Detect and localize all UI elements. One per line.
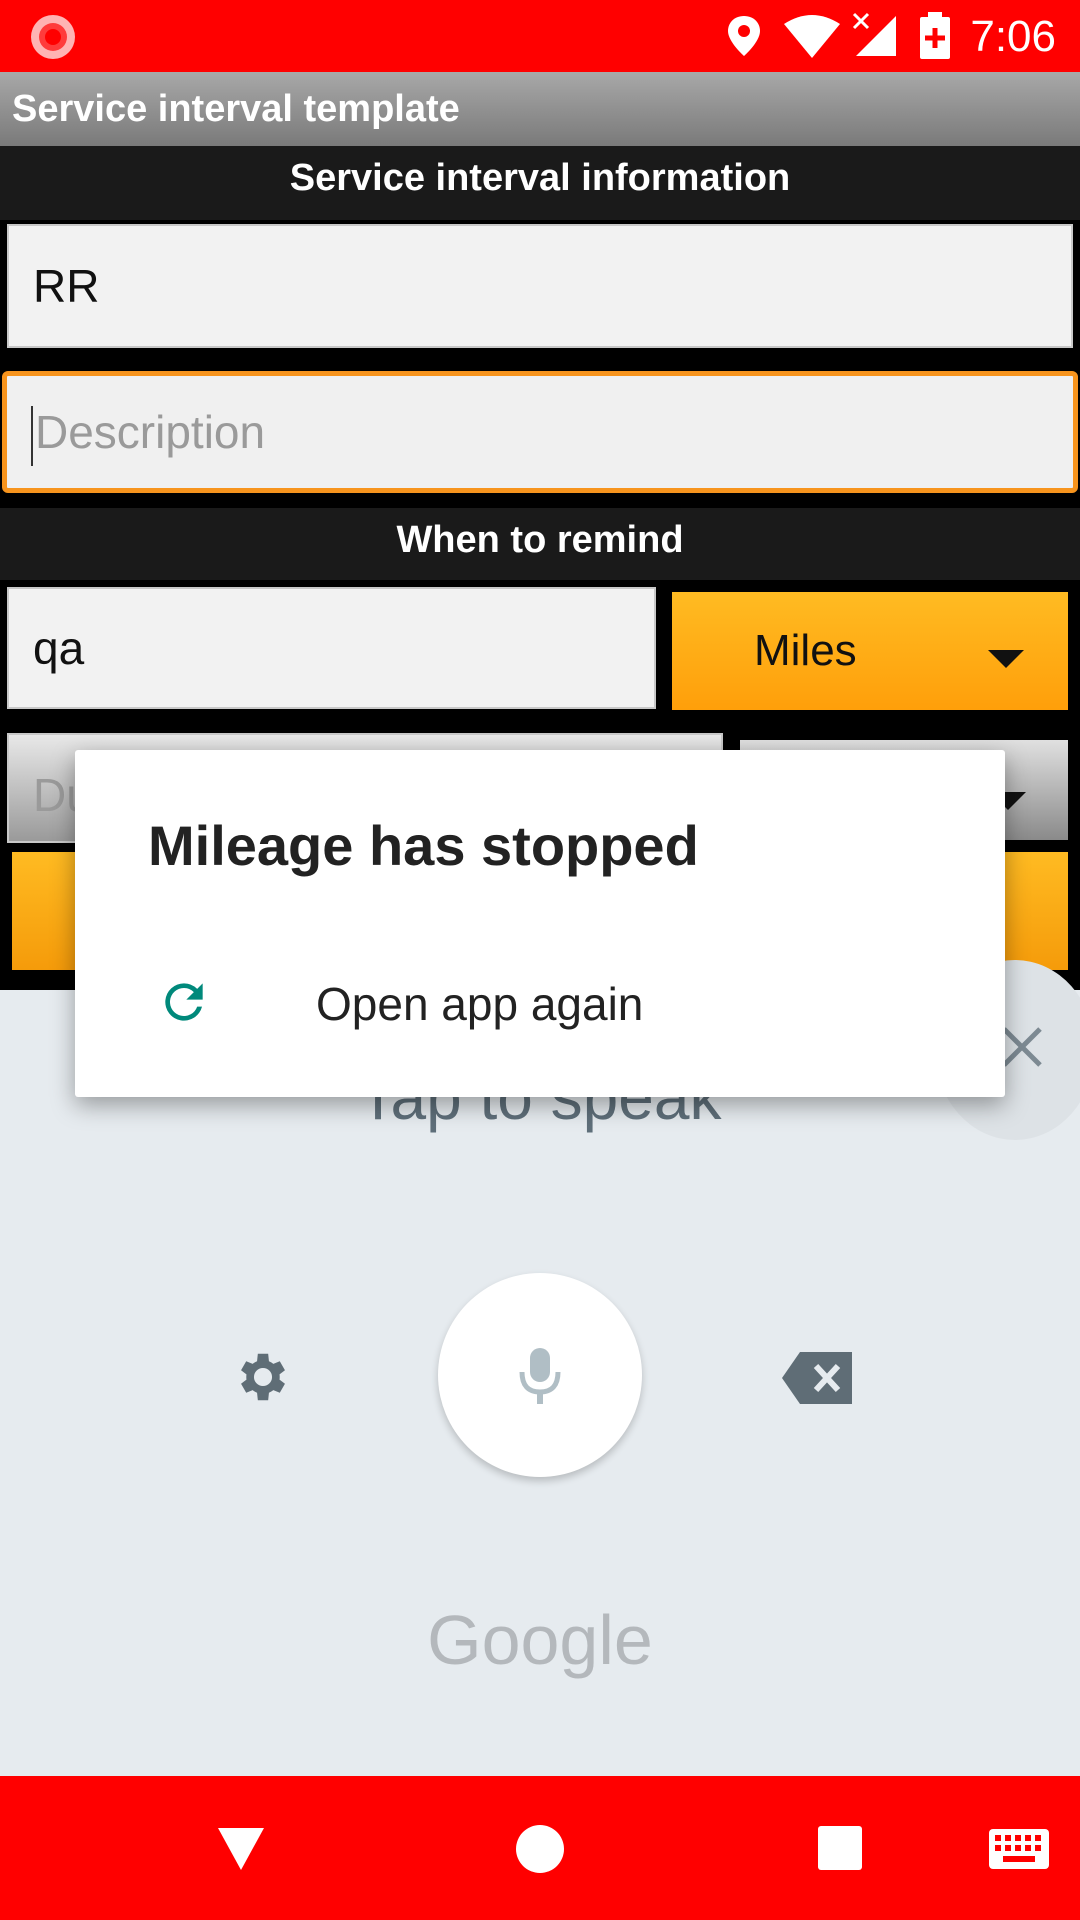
description-placeholder: Description <box>35 406 266 458</box>
record-icon <box>31 15 75 59</box>
page-title: Service interval template <box>12 88 460 130</box>
clock: 7:06 <box>970 12 1056 61</box>
backspace-icon[interactable] <box>780 1350 854 1406</box>
distance-field[interactable]: qa <box>7 587 656 709</box>
google-logo: Google <box>427 1601 653 1679</box>
section-header-info: Service interval information <box>0 146 1080 220</box>
open-app-again-label: Open app again <box>316 978 644 1030</box>
name-field[interactable]: RR <box>7 224 1073 348</box>
recents-icon[interactable] <box>818 1826 862 1870</box>
dialog-title: Mileage has stopped <box>148 814 699 877</box>
microphone-icon <box>519 1348 561 1404</box>
refresh-icon <box>165 983 203 1021</box>
gear-icon[interactable] <box>232 1346 294 1408</box>
back-icon[interactable] <box>216 1826 266 1872</box>
section-header-remind: When to remind <box>0 508 1080 580</box>
text-cursor <box>31 405 33 466</box>
keyboard-icon[interactable] <box>988 1828 1050 1870</box>
chevron-down-icon <box>988 650 1024 668</box>
unit-spinner[interactable]: Miles <box>672 592 1068 710</box>
unit-spinner-label: Miles <box>754 626 857 675</box>
description-field[interactable]: Description <box>2 371 1078 493</box>
home-icon[interactable] <box>516 1825 564 1873</box>
battery-icon <box>920 12 950 59</box>
wifi-icon <box>784 15 840 58</box>
signal-icon <box>852 12 896 56</box>
location-icon <box>728 16 760 56</box>
